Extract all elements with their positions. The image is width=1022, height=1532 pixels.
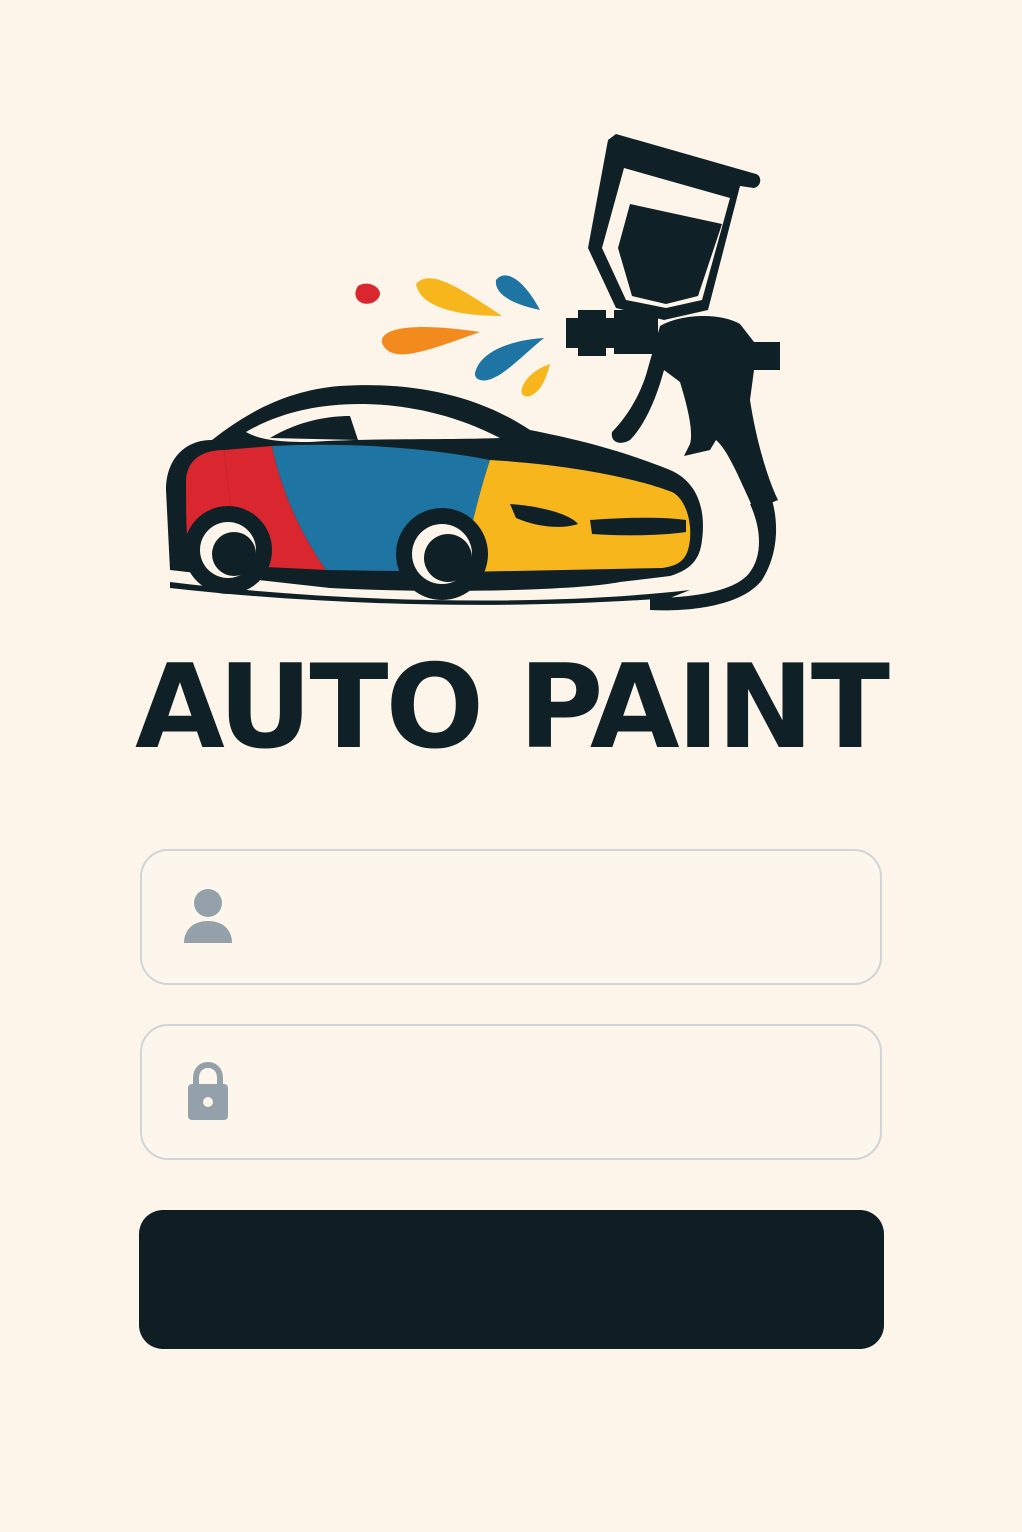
username-field[interactable]	[140, 849, 882, 985]
password-field[interactable]	[140, 1024, 882, 1160]
user-icon	[184, 889, 232, 943]
login-button[interactable]	[139, 1210, 884, 1349]
password-input[interactable]	[236, 1026, 880, 1158]
brand-title: AUTO PAINT	[134, 640, 890, 775]
car-icon	[166, 385, 703, 605]
brand-logo	[166, 134, 780, 611]
lock-icon	[188, 1061, 228, 1120]
username-input[interactable]	[236, 851, 880, 983]
paint-splash-icon	[355, 275, 550, 397]
